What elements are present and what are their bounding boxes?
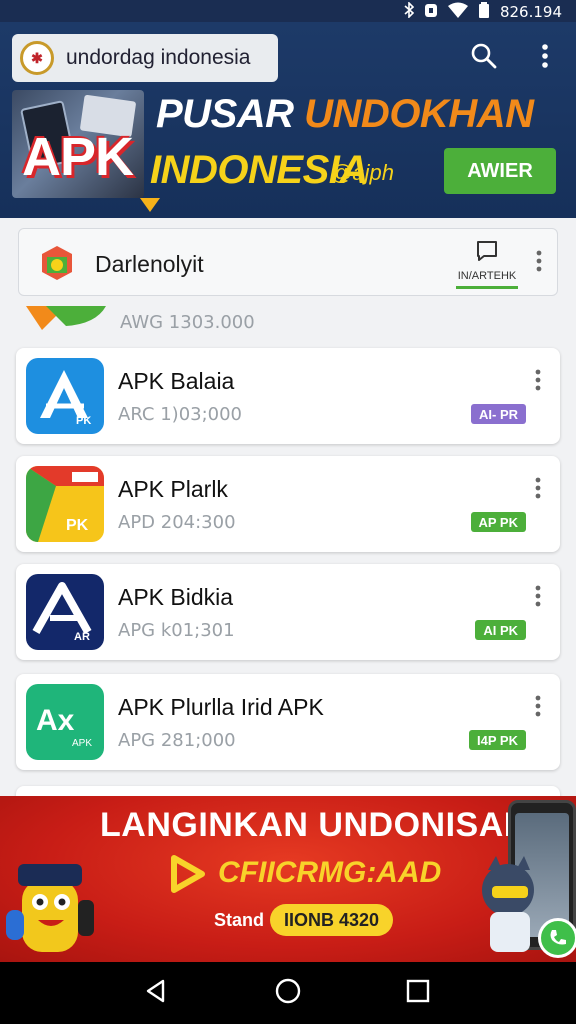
app-more-button[interactable]: [526, 366, 550, 394]
search-icon: [470, 42, 498, 75]
section-tab-chat[interactable]: IN/ARTEHK: [455, 239, 519, 295]
search-bar[interactable]: ✱ undordag indonesia: [12, 34, 278, 82]
ad-small-text: Stand: [214, 910, 265, 930]
alarm-icon: [424, 2, 438, 22]
nav-back-button[interactable]: [136, 974, 176, 1012]
banner-pointer: [140, 198, 160, 212]
battery-icon: [478, 2, 490, 22]
svg-text:AR: AR: [74, 631, 90, 643]
app-size: AWG 1303.000: [120, 312, 255, 333]
app-card-partial[interactable]: [16, 786, 560, 796]
app-name: APK Plarlk: [118, 476, 228, 502]
app-card-plarlk[interactable]: PK APK Plarlk APD 204:300 AP PK: [16, 456, 560, 552]
app-badge: AP PK: [470, 512, 526, 532]
app-more-button[interactable]: [526, 474, 550, 502]
app-header: ✱ undordag indonesia APK PUSAR UNDOKHAN …: [0, 22, 576, 218]
chat-icon: [475, 239, 499, 268]
back-icon: [143, 978, 169, 1009]
apk-balaia-icon: PK: [26, 358, 104, 434]
list-item-partial[interactable]: AWG 1303.000: [18, 304, 558, 340]
phone-icon: [550, 930, 566, 945]
app-size: APG k01;301: [118, 620, 235, 641]
banner-cta-button[interactable]: AWIER: [444, 148, 556, 194]
app-card-plurlla[interactable]: Ax APK APK Plurlla Irid APK APG 281;000 I…: [16, 674, 560, 770]
svg-text:PK: PK: [76, 415, 91, 427]
app-badge: I4P PK: [469, 730, 526, 750]
apk-plarlk-icon: PK: [26, 466, 104, 542]
ad-cta-pill[interactable]: IIONB 4320: [270, 904, 394, 936]
app-logo: ✱: [20, 41, 54, 75]
more-vert-icon: [536, 250, 542, 277]
nav-home-button[interactable]: [268, 974, 308, 1012]
svg-text:PK: PK: [66, 517, 89, 534]
app-card-balaia[interactable]: PK APK Balaia ARC 1)03;000 AI- PR: [16, 348, 560, 444]
apk-plurlla-icon: Ax APK: [26, 684, 104, 760]
more-vert-icon: [535, 585, 541, 607]
category-icon: [41, 245, 73, 281]
section-header: Darlenolyit IN/ARTEHK: [18, 228, 558, 296]
app-name: APK Bidkia: [118, 584, 234, 610]
status-time: 826.194: [499, 3, 562, 21]
banner-title-word2: UNDOKHAN: [304, 92, 534, 136]
play-icon: [168, 854, 208, 894]
app-badge: AI PK: [475, 620, 526, 640]
mascot-left-icon: [0, 840, 100, 962]
banner-apk-label: APK: [22, 127, 134, 187]
status-bar: 826.194: [0, 0, 576, 22]
overflow-menu-button[interactable]: [527, 38, 563, 78]
more-vert-icon: [535, 477, 541, 499]
app-badge: AI- PR: [471, 404, 526, 424]
app-name: APK Balaia: [118, 368, 235, 394]
apk-bidkia-icon: AR: [26, 574, 104, 650]
ad-subtitle: CFIICRMG:AAD: [218, 856, 442, 889]
search-button[interactable]: [466, 38, 502, 78]
banner-title: PUSAR UNDOKHAN: [156, 92, 534, 137]
app-list-area[interactable]: Darlenolyit IN/ARTEHK AWG 1303.000 PK AP…: [0, 218, 576, 796]
nav-recents-button[interactable]: [398, 974, 438, 1012]
app-size: APD 204:300: [118, 512, 236, 533]
svg-text:APK: APK: [72, 738, 92, 749]
more-vert-icon: [535, 695, 541, 717]
section-title: Darlenolyit: [95, 251, 204, 277]
partial-app-icon: [26, 304, 106, 332]
app-size: APG 281;000: [118, 730, 236, 751]
section-tab-label: IN/ARTEHK: [457, 270, 517, 282]
more-vert-icon: [535, 369, 541, 391]
banner-subtitle: @ajph: [330, 160, 394, 185]
banner-title-word1: PUSAR: [156, 92, 294, 136]
app-size: ARC 1)03;000: [118, 404, 243, 425]
app-name: APK Plurlla Irid APK: [118, 694, 324, 720]
section-more-button[interactable]: [527, 247, 551, 279]
app-more-button[interactable]: [526, 582, 550, 610]
bluetooth-icon: [404, 1, 415, 22]
recents-icon: [406, 979, 430, 1008]
home-icon: [274, 977, 302, 1010]
svg-text:Ax: Ax: [36, 704, 75, 737]
app-card-bidkia[interactable]: AR APK Bidkia APG k01;301 AI PK: [16, 564, 560, 660]
active-tab-indicator: [456, 286, 518, 289]
ad-title: LANGINKAN UNDONISAN: [100, 806, 529, 844]
more-vert-icon: [541, 43, 549, 74]
app-more-button[interactable]: [526, 692, 550, 720]
call-button[interactable]: [538, 918, 576, 958]
wifi-icon: [447, 2, 468, 22]
system-nav-bar: [0, 962, 576, 1024]
ad-banner[interactable]: LANGINKAN UNDONISAN CFIICRMG:AAD Stand I…: [0, 796, 576, 962]
search-text: undordag indonesia: [66, 46, 251, 69]
